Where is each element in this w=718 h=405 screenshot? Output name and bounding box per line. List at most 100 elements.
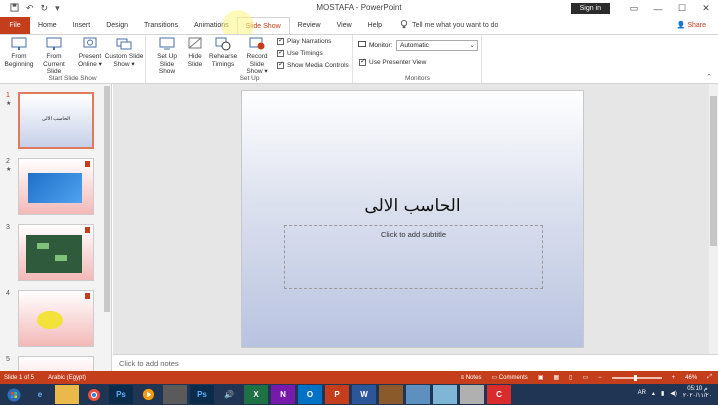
- record-slide-show-button[interactable]: Record Slide Show ▾: [239, 37, 275, 76]
- word-icon[interactable]: W: [352, 385, 376, 404]
- ribbon-display-icon[interactable]: ▭: [622, 3, 646, 14]
- fit-slide-icon[interactable]: ⤢: [707, 374, 712, 381]
- comments-button[interactable]: ▭ Comments: [491, 374, 527, 381]
- set-up-slide-show-button[interactable]: Set Up Slide Show: [151, 37, 183, 76]
- thumbnail-number: 5: [6, 356, 10, 363]
- custom-show-icon: [116, 38, 132, 50]
- editor-scrollbar[interactable]: [709, 84, 718, 354]
- zoom-slider[interactable]: [611, 374, 662, 381]
- current-slide[interactable]: الحاسب الالى Click to add subtitle: [241, 90, 584, 348]
- from-beginning-label-2: Beginning: [4, 60, 34, 68]
- normal-view-icon[interactable]: ▣: [538, 374, 544, 381]
- app-icon-5[interactable]: [460, 385, 484, 404]
- tell-me-search[interactable]: Tell me what you want to do: [390, 17, 498, 34]
- from-beginning-button[interactable]: From Beginning: [4, 37, 34, 68]
- photoshop-icon[interactable]: Ps: [109, 385, 133, 404]
- close-button[interactable]: ✕: [694, 3, 718, 14]
- show-hidden-icons-icon[interactable]: ▴: [652, 390, 655, 397]
- use-timings-label: Use Timings: [287, 50, 323, 57]
- share-button[interactable]: 👤 Share: [677, 21, 706, 29]
- network-icon[interactable]: ▮: [661, 390, 664, 397]
- chrome-icon[interactable]: [82, 385, 106, 404]
- zoom-out-icon[interactable]: −: [598, 375, 602, 381]
- from-current-slide-button[interactable]: From Current Slide: [36, 37, 72, 76]
- subtitle-placeholder[interactable]: Click to add subtitle: [284, 225, 543, 289]
- collapse-ribbon-icon[interactable]: ⌃: [706, 73, 712, 81]
- monitor-icon: [358, 41, 366, 50]
- slide-thumbnail-3[interactable]: [18, 224, 94, 281]
- windows-taskbar: e Ps Ps 🔊 X N O P W C AR ▴ ▮ ◀) 05:10 م …: [0, 384, 718, 405]
- show-media-controls-checkbox[interactable]: Show Media Controls: [277, 60, 349, 69]
- sound-icon[interactable]: 🔊: [217, 385, 241, 404]
- tab-home[interactable]: Home: [30, 17, 65, 34]
- app-icon-3[interactable]: [406, 385, 430, 404]
- chevron-down-icon: ⌄: [469, 42, 475, 49]
- use-timings-checkbox[interactable]: Use Timings: [277, 48, 323, 57]
- custom-slide-show-button[interactable]: Custom Slide Show ▾: [104, 37, 144, 68]
- onenote-icon[interactable]: N: [271, 385, 295, 404]
- slide-thumbnail-5[interactable]: [18, 356, 94, 371]
- hide-label-2: Slide: [187, 60, 203, 68]
- slide-thumbnail-2[interactable]: [18, 158, 94, 215]
- present-online-label-2: Online ▾: [78, 60, 102, 68]
- volume-icon[interactable]: ◀): [670, 390, 677, 397]
- recorder-icon[interactable]: C: [487, 385, 511, 404]
- slide-title[interactable]: الحاسب الالى: [242, 196, 583, 216]
- slideshow-view-icon[interactable]: ▭: [582, 374, 588, 381]
- language-tray[interactable]: AR: [638, 390, 646, 396]
- tab-review[interactable]: Review: [290, 17, 329, 34]
- zoom-slider-knob[interactable]: [633, 374, 637, 381]
- setup-label-2: Slide Show: [158, 60, 176, 76]
- editor-scroll-thumb[interactable]: [710, 96, 717, 246]
- app-icon-4[interactable]: [433, 385, 457, 404]
- group-label-start: Start Slide Show: [48, 75, 97, 82]
- tell-me-label: Tell me what you want to do: [412, 22, 499, 29]
- outlook-icon[interactable]: O: [298, 385, 322, 404]
- present-online-button[interactable]: Present Online ▾: [76, 37, 104, 68]
- presenter-view-label: Use Presenter View: [369, 59, 427, 66]
- file-explorer-icon[interactable]: [55, 385, 79, 404]
- ribbon: From Beginning From Current Slide Presen…: [0, 34, 718, 84]
- play-narrations-checkbox[interactable]: Play Narrations: [277, 36, 331, 45]
- language-indicator[interactable]: Arabic (Egypt): [48, 375, 86, 381]
- checkbox-checked-icon: [359, 57, 366, 66]
- tab-file[interactable]: File: [0, 17, 30, 34]
- app-icon[interactable]: [163, 385, 187, 404]
- photoshop-2-icon[interactable]: Ps: [190, 385, 214, 404]
- app-icon-2[interactable]: [379, 385, 403, 404]
- internet-explorer-icon[interactable]: e: [28, 385, 52, 404]
- minimize-button[interactable]: —: [646, 4, 670, 14]
- windows-start-icon[interactable]: [0, 384, 28, 405]
- record-label-2: Show ▾: [246, 68, 268, 75]
- tab-view[interactable]: View: [329, 17, 360, 34]
- rehearse-label-1: Rehearse: [209, 53, 238, 60]
- zoom-level[interactable]: 46%: [685, 375, 697, 381]
- thumbnails-scrollbar[interactable]: [104, 86, 110, 312]
- use-presenter-view-checkbox[interactable]: Use Presenter View: [359, 57, 427, 66]
- reading-view-icon[interactable]: ▯: [569, 374, 572, 381]
- tab-transitions[interactable]: Transitions: [136, 17, 186, 34]
- slide-thumbnail-4[interactable]: [18, 290, 94, 347]
- zoom-in-icon[interactable]: +: [672, 375, 676, 381]
- setup-label-1: Set Up: [157, 53, 177, 60]
- media-player-icon[interactable]: [136, 385, 160, 404]
- tab-design[interactable]: Design: [98, 17, 136, 34]
- slide-sorter-icon[interactable]: ▦: [553, 374, 559, 381]
- tab-insert[interactable]: Insert: [65, 17, 99, 34]
- powerpoint-icon[interactable]: P: [325, 385, 349, 404]
- excel-icon[interactable]: X: [244, 385, 268, 404]
- slide-thumbnail-1[interactable]: الحاسب الالى: [18, 92, 94, 149]
- notes-pane[interactable]: Click to add notes: [113, 354, 718, 371]
- notes-button[interactable]: ≡ Notes: [461, 375, 482, 381]
- sign-in-button[interactable]: Sign in: [570, 3, 610, 14]
- monitor-select[interactable]: Automatic ⌄: [396, 40, 478, 51]
- maximize-button[interactable]: ☐: [670, 3, 694, 14]
- tab-help[interactable]: Help: [360, 17, 390, 34]
- monitor-select-value: Automatic: [400, 42, 429, 49]
- rehearse-timings-button[interactable]: Rehearse Timings: [209, 37, 237, 68]
- group-set-up: Set Up Slide Show Hide Slide Rehearse Ti…: [147, 35, 353, 83]
- record-icon: [249, 37, 265, 50]
- clock[interactable]: 05:10 م ٢٠٢٠/١١/٢٠: [683, 386, 712, 400]
- system-tray: AR ▴ ▮ ◀) 05:10 م ٢٠٢٠/١١/٢٠: [638, 386, 712, 400]
- hide-slide-button[interactable]: Hide Slide: [184, 37, 206, 68]
